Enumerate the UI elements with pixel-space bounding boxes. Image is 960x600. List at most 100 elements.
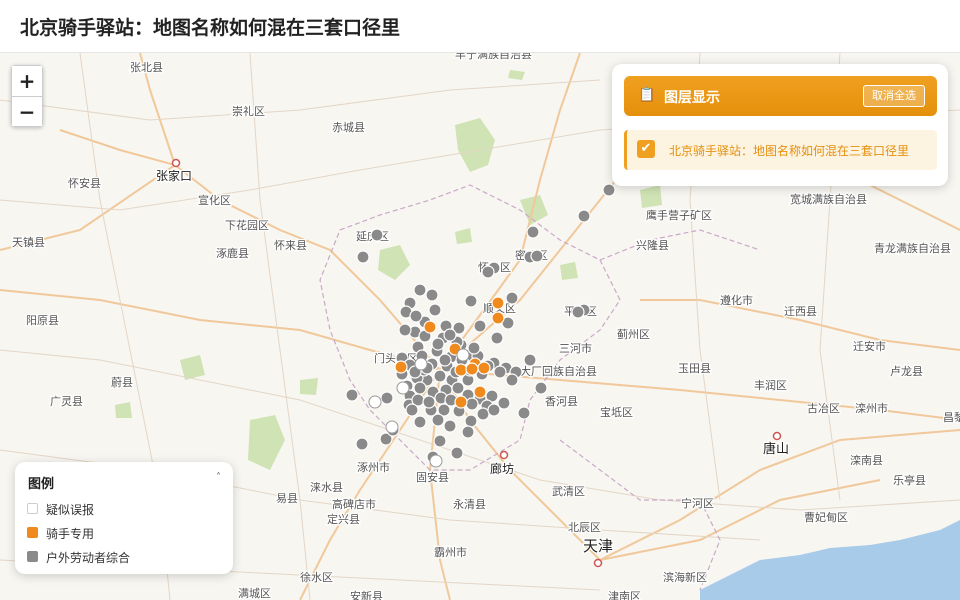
place-label: 古冶区: [807, 401, 840, 415]
place-label: 曹妃甸区: [804, 510, 848, 524]
station-marker-gray[interactable]: [493, 365, 507, 379]
place-label: 蔚县: [111, 376, 133, 389]
station-marker-orange[interactable]: [473, 385, 487, 399]
green-areas: [115, 70, 662, 470]
place-label: 北辰区: [568, 521, 601, 534]
station-marker-gray[interactable]: [487, 403, 501, 417]
station-marker-orange[interactable]: [477, 361, 491, 375]
place-label: 广灵县: [50, 395, 83, 408]
legend-swatch: [27, 527, 38, 538]
place-label: 乐亭县: [893, 473, 926, 487]
station-marker-gray[interactable]: [450, 446, 464, 460]
place-label: 安新县: [350, 589, 383, 600]
station-marker-gray[interactable]: [413, 381, 427, 395]
place-label: 迁西县: [784, 305, 817, 318]
station-marker-gray[interactable]: [530, 249, 544, 263]
station-marker-white[interactable]: [368, 395, 382, 409]
place-label: 天津: [583, 537, 613, 555]
place-label: 宝坻区: [600, 405, 633, 419]
place-label: 高碑店市: [332, 497, 376, 511]
station-marker-gray[interactable]: [577, 209, 591, 223]
place-label: 定兴县: [327, 512, 360, 526]
station-marker-gray[interactable]: [425, 288, 439, 302]
legend-collapse-icon[interactable]: ˄: [216, 472, 221, 483]
clipboard-icon: 📋: [638, 87, 656, 103]
station-marker-white[interactable]: [414, 357, 428, 371]
place-label: 兴隆县: [636, 238, 669, 252]
zoom-control: + −: [11, 65, 43, 127]
place-label: 张家口: [156, 168, 192, 183]
layer-checkbox[interactable]: ✔: [637, 140, 655, 158]
station-marker-gray[interactable]: [370, 228, 384, 242]
station-marker-orange[interactable]: [423, 320, 437, 334]
station-marker-gray[interactable]: [464, 294, 478, 308]
station-marker-gray[interactable]: [464, 414, 478, 428]
bohai-sea: [700, 520, 960, 600]
station-marker-gray[interactable]: [523, 353, 537, 367]
layer-item-label: 北京骑手驿站：地图名称如何混在三套口径里: [669, 144, 910, 158]
place-label: 固安县: [416, 470, 449, 484]
station-marker-white[interactable]: [385, 420, 399, 434]
place-label: 丰润区: [754, 378, 787, 392]
place-label: 阳原县: [26, 314, 59, 327]
place-label: 蓟州区: [617, 328, 650, 341]
station-marker-gray[interactable]: [433, 434, 447, 448]
station-marker-gray[interactable]: [413, 415, 427, 429]
station-marker-gray[interactable]: [465, 397, 479, 411]
place-label: 昌黎县: [943, 410, 960, 424]
station-marker-white[interactable]: [456, 348, 470, 362]
station-marker-orange[interactable]: [394, 360, 408, 374]
station-points[interactable]: [345, 183, 616, 468]
station-marker-gray[interactable]: [461, 425, 475, 439]
station-marker-gray[interactable]: [505, 291, 519, 305]
place-label: 徐水区: [300, 570, 333, 584]
station-marker-gray[interactable]: [534, 381, 548, 395]
station-marker-orange[interactable]: [491, 296, 505, 310]
station-marker-gray[interactable]: [356, 250, 370, 264]
station-marker-gray[interactable]: [405, 403, 419, 417]
place-label: 宁河区: [681, 496, 714, 510]
place-label: 怀来县: [274, 239, 307, 252]
place-label: 怀安县: [68, 176, 101, 190]
station-marker-gray[interactable]: [438, 353, 452, 367]
station-marker-gray[interactable]: [443, 328, 457, 342]
station-marker-gray[interactable]: [490, 331, 504, 345]
station-marker-orange[interactable]: [491, 311, 505, 325]
zoom-in-button[interactable]: +: [12, 66, 42, 96]
deselect-all-button[interactable]: 取消全选: [863, 85, 925, 107]
station-marker-gray[interactable]: [355, 437, 369, 451]
station-marker-gray[interactable]: [413, 283, 427, 297]
station-marker-gray[interactable]: [345, 388, 359, 402]
station-marker-gray[interactable]: [443, 419, 457, 433]
station-marker-orange[interactable]: [465, 362, 479, 376]
legend-item-label: 骑手专用: [46, 527, 95, 541]
station-marker-gray[interactable]: [422, 395, 436, 409]
station-marker-white[interactable]: [429, 454, 443, 468]
station-marker-gray[interactable]: [571, 305, 585, 319]
station-marker-gray[interactable]: [473, 319, 487, 333]
station-marker-white[interactable]: [396, 381, 410, 395]
place-label: 遵化市: [720, 293, 753, 307]
station-marker-gray[interactable]: [398, 323, 412, 337]
layer-panel-header: 📋 图层显示 取消全选: [624, 76, 937, 116]
station-marker-gray[interactable]: [431, 337, 445, 351]
station-marker-orange[interactable]: [454, 363, 468, 377]
station-marker-gray[interactable]: [476, 407, 490, 421]
layer-item[interactable]: ✔ 北京骑手驿站：地图名称如何混在三套口径里: [624, 130, 937, 170]
station-marker-gray[interactable]: [409, 309, 423, 323]
legend-swatch: [27, 503, 38, 514]
station-marker-gray[interactable]: [505, 373, 519, 387]
station-marker-gray[interactable]: [517, 406, 531, 420]
place-label: 三河市: [559, 341, 592, 355]
station-marker-gray[interactable]: [526, 225, 540, 239]
station-marker-gray[interactable]: [380, 391, 394, 405]
station-marker-gray[interactable]: [602, 183, 616, 197]
station-marker-orange[interactable]: [454, 395, 468, 409]
station-marker-gray[interactable]: [467, 341, 481, 355]
place-label: 张北县: [130, 61, 163, 74]
legend-item-label: 户外劳动者综合: [46, 551, 131, 565]
station-marker-gray[interactable]: [481, 265, 495, 279]
zoom-out-button[interactable]: −: [12, 96, 42, 126]
station-marker-gray[interactable]: [431, 413, 445, 427]
station-marker-gray[interactable]: [428, 303, 442, 317]
